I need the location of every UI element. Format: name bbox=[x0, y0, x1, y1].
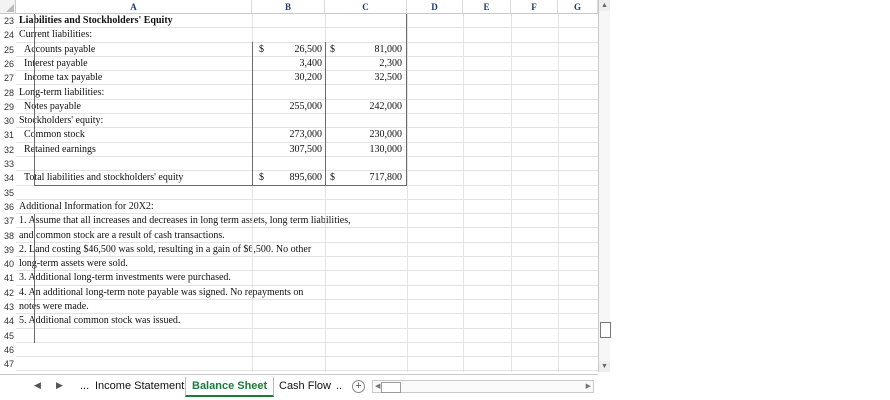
column-header-b[interactable]: B bbox=[252, 0, 325, 14]
cell-a[interactable]: Interest payable bbox=[24, 57, 88, 71]
cell-b[interactable]: 26,500 bbox=[268, 43, 323, 57]
cell-b-currency: $ bbox=[259, 43, 264, 55]
cell-c[interactable]: 242,000 bbox=[341, 100, 403, 114]
row-number[interactable]: 23 bbox=[0, 14, 16, 28]
table-column-divider bbox=[252, 42, 253, 186]
cell-c-currency: $ bbox=[330, 172, 335, 184]
horizontal-scrollbar[interactable]: ◀ ▶ bbox=[372, 380, 594, 393]
row-number[interactable]: 26 bbox=[0, 57, 16, 71]
cell-b[interactable]: 307,500 bbox=[268, 143, 323, 157]
cell-a[interactable]: Liabilities and Stockholders' Equity bbox=[19, 14, 173, 28]
vertical-scroll-thumb[interactable] bbox=[600, 322, 611, 338]
cell-a[interactable]: Stockholders' equity: bbox=[19, 114, 103, 128]
cell-b[interactable]: 895,600 bbox=[268, 171, 323, 185]
row-number[interactable]: 37 bbox=[0, 214, 16, 228]
column-header-c[interactable]: C bbox=[325, 0, 407, 14]
column-gridline bbox=[463, 14, 464, 372]
cell-b[interactable]: 273,000 bbox=[268, 128, 323, 142]
cell-a[interactable]: Notes payable bbox=[24, 100, 81, 114]
row-number[interactable]: 30 bbox=[0, 114, 16, 128]
row-number[interactable]: 32 bbox=[0, 143, 16, 157]
cell-a[interactable]: notes were made. bbox=[19, 300, 89, 314]
row-number[interactable]: 45 bbox=[0, 329, 16, 343]
row-number[interactable]: 25 bbox=[0, 43, 16, 57]
tab-balance-sheet[interactable]: Balance Sheet bbox=[185, 377, 275, 397]
row-number[interactable]: 43 bbox=[0, 300, 16, 314]
cell-a[interactable]: 4. An additional long-term note payable … bbox=[19, 286, 303, 300]
column-header-g[interactable]: G bbox=[558, 0, 598, 14]
row-number[interactable]: 35 bbox=[0, 186, 16, 200]
row-number[interactable]: 28 bbox=[0, 86, 16, 100]
scroll-left-icon[interactable]: ◀ bbox=[375, 382, 380, 390]
cell-a[interactable]: Income tax payable bbox=[24, 71, 102, 85]
scroll-right-icon[interactable]: ▶ bbox=[586, 382, 591, 390]
column-header-e[interactable]: E bbox=[463, 0, 511, 14]
column-gridline bbox=[511, 14, 512, 372]
cell-b[interactable]: 3,400 bbox=[268, 57, 323, 71]
cell-grid: A B C D E F G 23 Liabilities and Stockhol… bbox=[0, 0, 598, 372]
row-number[interactable]: 47 bbox=[0, 357, 16, 371]
row-number[interactable]: 24 bbox=[0, 28, 16, 42]
row-number[interactable]: 27 bbox=[0, 71, 16, 85]
row-number[interactable]: 39 bbox=[0, 243, 16, 257]
column-header-d[interactable]: D bbox=[407, 0, 463, 14]
row-number[interactable]: 44 bbox=[0, 314, 16, 328]
row-number[interactable]: 34 bbox=[0, 171, 16, 185]
cell-a[interactable]: Total liabilities and stockholders' equi… bbox=[24, 171, 183, 185]
cell-a[interactable]: Additional Information for 20X2: bbox=[19, 200, 154, 214]
tab-income-statement[interactable]: Income Statement bbox=[89, 377, 190, 395]
row-number[interactable]: 29 bbox=[0, 100, 16, 114]
horizontal-scroll-thumb[interactable] bbox=[381, 382, 401, 393]
row-number[interactable]: 36 bbox=[0, 200, 16, 214]
column-gridline bbox=[407, 14, 408, 372]
cell-a[interactable]: Long-term liabilities: bbox=[19, 86, 104, 100]
column-header-a[interactable]: A bbox=[16, 0, 252, 14]
row-number[interactable]: 46 bbox=[0, 343, 16, 357]
cell-b[interactable]: 255,000 bbox=[268, 100, 323, 114]
next-sheet-icon[interactable]: ▶ bbox=[56, 380, 63, 391]
vertical-scrollbar[interactable]: ▲ ▼ bbox=[598, 0, 611, 372]
row-number[interactable]: 31 bbox=[0, 128, 16, 142]
cell-c[interactable]: 130,000 bbox=[341, 143, 403, 157]
cell-a[interactable]: 5. Additional common stock was issued. bbox=[19, 314, 180, 328]
cell-b[interactable]: 30,200 bbox=[268, 71, 323, 85]
cell-a[interactable]: 2. Land costing $46,500 was sold, result… bbox=[19, 243, 311, 257]
row-number[interactable]: 41 bbox=[0, 271, 16, 285]
row-number[interactable]: 38 bbox=[0, 229, 16, 243]
row-number[interactable]: 42 bbox=[0, 286, 16, 300]
cell-c[interactable]: 32,500 bbox=[341, 71, 403, 85]
cell-c[interactable]: 230,000 bbox=[341, 128, 403, 142]
cell-c[interactable]: 2,300 bbox=[341, 57, 403, 71]
cell-a[interactable]: and common stock are a result of cash tr… bbox=[19, 229, 225, 243]
cell-a[interactable]: Retained earnings bbox=[24, 143, 96, 157]
prev-sheet-icon[interactable]: ◀ bbox=[34, 380, 41, 391]
cell-a[interactable]: long-term assets were sold. bbox=[19, 257, 128, 271]
scroll-down-icon[interactable]: ▼ bbox=[599, 361, 610, 372]
table-column-divider bbox=[325, 42, 326, 186]
row-number[interactable]: 40 bbox=[0, 257, 16, 271]
select-all-corner[interactable] bbox=[0, 0, 16, 14]
column-header-f[interactable]: F bbox=[511, 0, 558, 14]
cell-a[interactable]: Accounts payable bbox=[24, 43, 95, 57]
cell-a[interactable]: 1. Assume that all increases and decreas… bbox=[19, 214, 351, 228]
scroll-up-icon[interactable]: ▲ bbox=[599, 0, 610, 11]
tab-cash-flow[interactable]: Cash Flow bbox=[273, 377, 337, 395]
cell-a[interactable]: Common stock bbox=[24, 128, 85, 142]
add-sheet-icon[interactable]: + bbox=[352, 380, 365, 393]
tab-more-right[interactable]: .. bbox=[330, 377, 348, 395]
cell-b-currency: $ bbox=[259, 172, 264, 184]
sheet-tab-bar: ◀ ▶ ... Income Statement Balance Sheet C… bbox=[0, 374, 598, 399]
cell-a[interactable]: Current liabilities: bbox=[19, 28, 92, 42]
column-gridline bbox=[558, 14, 559, 372]
cell-c-currency: $ bbox=[330, 43, 335, 55]
cell-c[interactable]: 81,000 bbox=[341, 43, 403, 57]
cell-c[interactable]: 717,800 bbox=[341, 171, 403, 185]
cell-a[interactable]: 3. Additional long-term investments were… bbox=[19, 271, 231, 285]
spreadsheet: A B C D E F G 23 Liabilities and Stockhol… bbox=[0, 0, 890, 400]
row-number[interactable]: 33 bbox=[0, 157, 16, 171]
